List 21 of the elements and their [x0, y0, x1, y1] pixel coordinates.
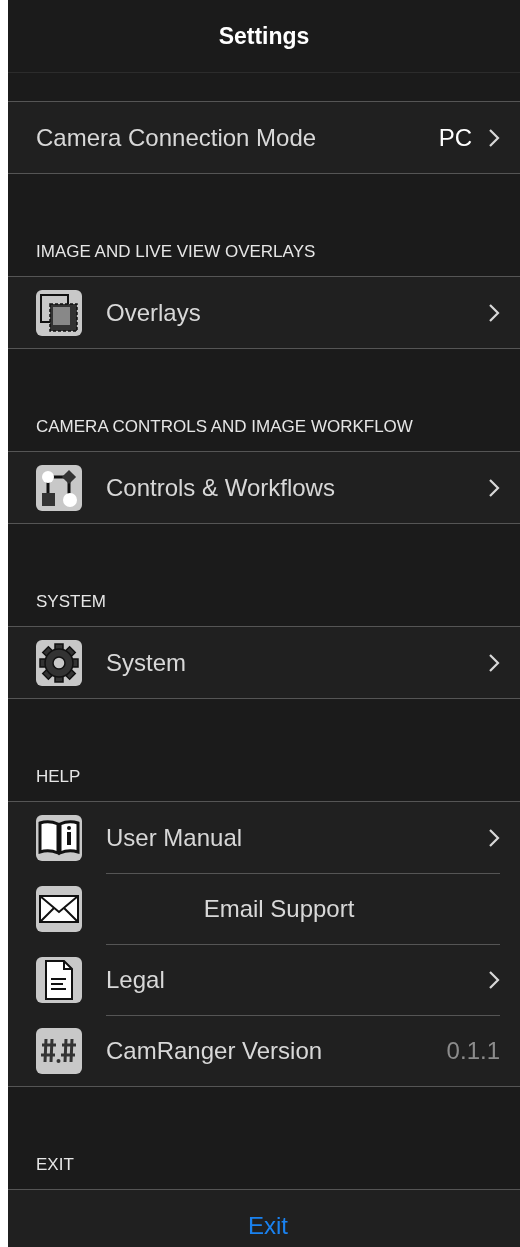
row-label[interactable]: CamRanger Version	[106, 1033, 447, 1069]
book-icon	[36, 814, 82, 861]
row-label[interactable]: Email Support	[106, 891, 500, 927]
row-value: PC	[438, 122, 472, 153]
row-label[interactable]: Legal	[106, 962, 472, 998]
section-header: EXIT	[36, 1153, 74, 1176]
title-text: Settings	[218, 21, 310, 51]
row-value: 0.1.1	[446, 1036, 500, 1066]
row-label[interactable]: Camera Connection Mode	[36, 119, 439, 156]
document-icon	[36, 956, 82, 1003]
section-header: HELP	[36, 765, 81, 788]
exit-button[interactable]: Exit	[248, 1207, 288, 1244]
section-header: CAMERA CONTROLS AND IMAGE WORKFLOW	[36, 415, 413, 438]
section-header: IMAGE AND LIVE VIEW OVERLAYS	[36, 240, 316, 263]
workflow-icon	[36, 464, 82, 511]
row-label[interactable]: User Manual	[106, 819, 472, 856]
section-header: SYSTEM	[36, 590, 106, 613]
squares-icon	[36, 289, 82, 336]
settings-icon	[36, 639, 82, 686]
envelope-icon	[36, 885, 82, 932]
hash-icon	[36, 1027, 82, 1074]
